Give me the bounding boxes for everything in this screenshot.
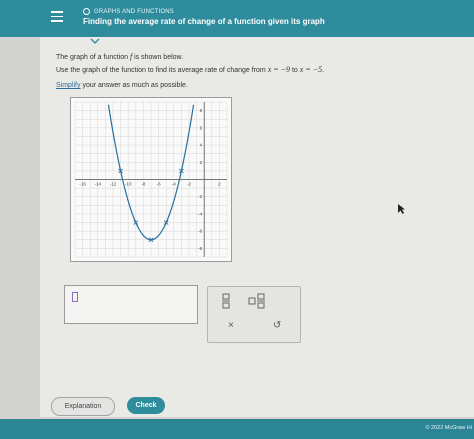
answer-input[interactable] (64, 285, 198, 324)
x-tick-label: -4 (172, 182, 176, 187)
x-tick-label: -2 (187, 182, 191, 187)
mixed-number-icon[interactable] (248, 293, 266, 309)
math-toolbar: × ↺ (207, 286, 301, 343)
x-tick-label: -16 (79, 182, 86, 187)
y-tick-label: -4 (198, 211, 202, 216)
y-tick-label: -8 (198, 246, 202, 251)
check-button[interactable]: Check (127, 397, 165, 414)
collapse-toggle[interactable] (85, 37, 105, 47)
answer-cursor (72, 292, 78, 302)
copyright-text: © 2022 McGraw Hi (425, 425, 472, 431)
topic-circle-icon (83, 8, 90, 15)
x-end: x = −5 (299, 65, 323, 74)
x-tick-label: -8 (141, 182, 145, 187)
topic-text: GRAPHS AND FUNCTIONS (94, 8, 175, 15)
x-start: x = −9 (267, 65, 291, 74)
footer-bar: © 2022 McGraw Hi (0, 419, 474, 439)
x-tick-label: -14 (95, 182, 102, 187)
x-tick-label: -6 (157, 182, 161, 187)
x-tick-label: -12 (110, 182, 117, 187)
x-tick-label: 2 (218, 182, 221, 187)
mouse-cursor-icon (398, 204, 405, 214)
top-header: GRAPHS AND FUNCTIONS Finding the average… (0, 0, 474, 37)
chevron-down-icon (90, 38, 100, 44)
page-title: Finding the average rate of change of a … (83, 17, 325, 26)
question-line-2: Use the graph of the function to find it… (56, 65, 325, 74)
y-tick-label: -2 (198, 194, 202, 199)
fraction-icon[interactable] (221, 293, 231, 309)
function-graph: -16 -14 -12 -10 -8 -6 -4 -2 2 8 6 4 2 -2 -4 -6 -8 (70, 97, 232, 262)
y-tick-label: -6 (198, 229, 202, 234)
hamburger-icon[interactable] (51, 11, 63, 25)
graph-canvas: -16 -14 -12 -10 -8 -6 -4 -2 28642-2-4-6-8 (74, 101, 228, 258)
simplify-instruction: Simplify your answer as much as possible… (56, 82, 188, 89)
undo-button[interactable]: ↺ (273, 320, 281, 331)
x-tick-label: -10 (125, 182, 132, 187)
simplify-link[interactable]: Simplify (56, 82, 81, 89)
topic-label: GRAPHS AND FUNCTIONS (83, 8, 174, 15)
clear-button[interactable]: × (228, 320, 234, 331)
question-line-1: The graph of a function f is shown below… (56, 52, 184, 61)
explanation-button[interactable]: Explanation (51, 397, 115, 416)
